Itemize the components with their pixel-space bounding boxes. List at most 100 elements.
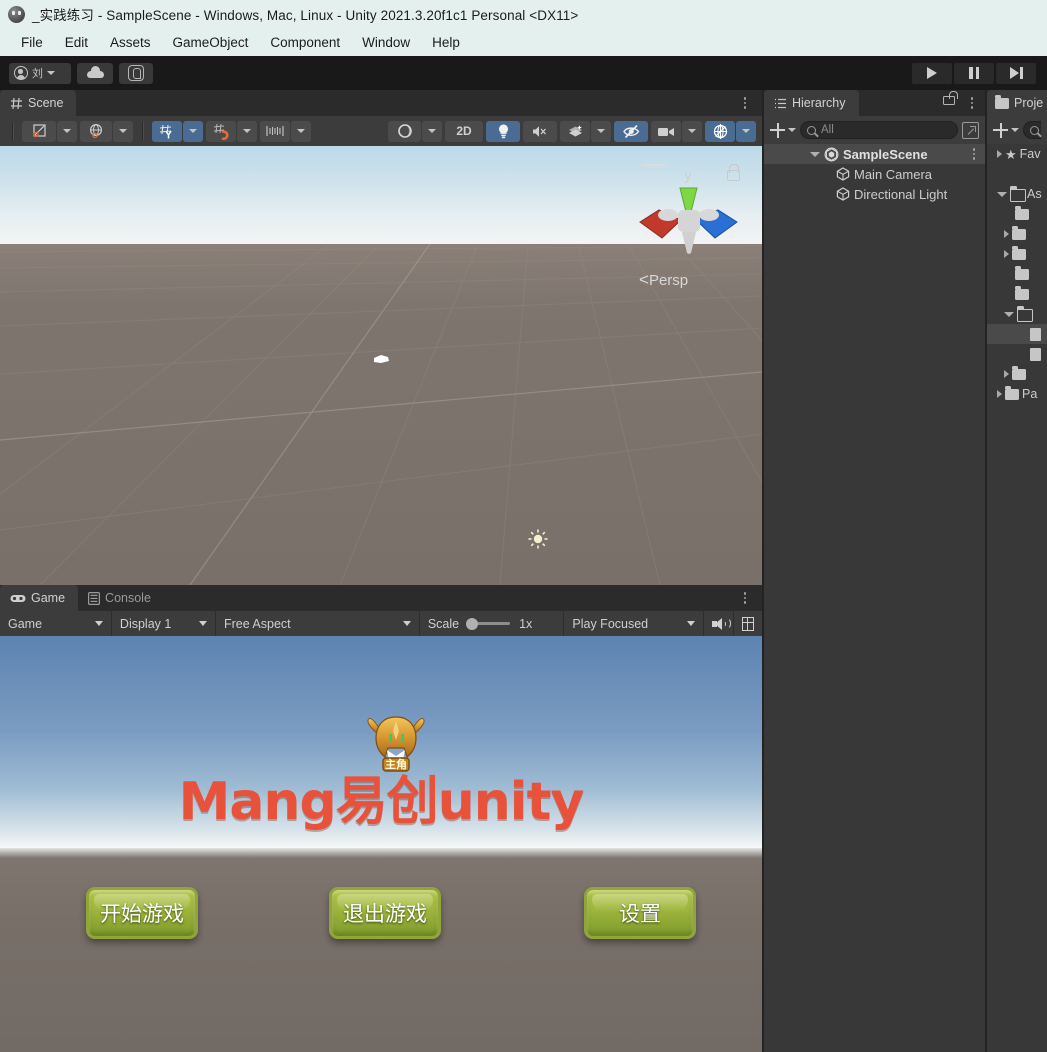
- scene-context-menu[interactable]: [967, 146, 981, 162]
- step-button[interactable]: [996, 62, 1036, 84]
- chevron-right-icon[interactable]: [997, 390, 1002, 398]
- project-item-file-selected[interactable]: [987, 324, 1047, 344]
- scale-slider[interactable]: Scale 1x: [420, 611, 565, 636]
- project-item-folder[interactable]: [987, 264, 1047, 284]
- tab-project[interactable]: Proje: [987, 90, 1047, 116]
- menu-item-help[interactable]: Help: [421, 33, 471, 52]
- project-item-folder[interactable]: [987, 284, 1047, 304]
- handle-rotation-button[interactable]: [80, 120, 112, 142]
- tab-game[interactable]: Game: [0, 585, 79, 611]
- exit-game-button[interactable]: 退出游戏: [329, 887, 441, 939]
- chevron-down-icon: [243, 129, 251, 133]
- chevron-down-icon[interactable]: [810, 151, 820, 157]
- start-game-button[interactable]: 开始游戏: [86, 887, 198, 939]
- hierarchy-item-samplescene[interactable]: SampleScene: [764, 144, 985, 164]
- camera-dropdown[interactable]: [682, 120, 702, 142]
- aspect-dropdown[interactable]: Free Aspect: [216, 611, 420, 636]
- ruler-dropdown[interactable]: [291, 120, 311, 142]
- settings-button[interactable]: 设置: [584, 887, 696, 939]
- draw-mode-dropdown[interactable]: [422, 120, 442, 142]
- grid-dropdown[interactable]: [183, 120, 203, 142]
- cloud-button[interactable]: [77, 62, 113, 84]
- scene-viewport[interactable]: y x z <Persp: [0, 146, 762, 585]
- tab-scene[interactable]: Scene: [0, 90, 77, 116]
- project-item-favorites[interactable]: ★ Fav: [987, 144, 1047, 164]
- handle-dropdown[interactable]: [113, 120, 133, 142]
- draw-mode-button[interactable]: [388, 120, 421, 142]
- snap-dropdown[interactable]: [237, 120, 257, 142]
- display-dropdown[interactable]: Display 1: [112, 611, 216, 636]
- game-viewport[interactable]: 主角 Mang易创unity 开始游戏 退出游戏 设置: [0, 636, 762, 1052]
- chevron-down-icon[interactable]: [997, 191, 1007, 197]
- project-add-button[interactable]: [993, 122, 1019, 138]
- toggle-2d-button[interactable]: 2D: [445, 120, 483, 142]
- audio-toggle-button[interactable]: [523, 120, 557, 142]
- axis-gizmo[interactable]: y x z: [634, 160, 744, 270]
- ruler-button[interactable]: [260, 120, 290, 142]
- lighting-toggle-button[interactable]: [486, 120, 520, 142]
- play-button[interactable]: [912, 62, 952, 84]
- hierarchy-item-directional-light[interactable]: Directional Light: [764, 184, 985, 204]
- effects-button[interactable]: [560, 120, 590, 142]
- project-item-file[interactable]: [987, 344, 1047, 364]
- tab-console[interactable]: Console: [78, 585, 164, 611]
- unity-editor-window: _实践练习 - SampleScene - Windows, Mac, Linu…: [0, 0, 1047, 1052]
- menu-item-file[interactable]: File: [10, 33, 54, 52]
- chevron-down-icon: [94, 621, 103, 626]
- scale-track[interactable]: [466, 617, 511, 630]
- project-item-assets[interactable]: As: [987, 184, 1047, 204]
- mute-audio-button[interactable]: [704, 611, 734, 636]
- project-search-input[interactable]: [1023, 121, 1041, 139]
- chevron-right-icon[interactable]: [1004, 230, 1009, 238]
- menu-item-component[interactable]: Component: [259, 33, 351, 52]
- camera-settings-button[interactable]: [651, 120, 681, 142]
- pivot-dropdown[interactable]: [57, 120, 77, 142]
- hierarchy-item-main-camera[interactable]: Main Camera: [764, 164, 985, 184]
- hierarchy-expand-button[interactable]: [962, 121, 979, 139]
- chevron-down-icon: [198, 621, 207, 626]
- menu-item-edit[interactable]: Edit: [54, 33, 99, 52]
- scene-orientation-gizmo[interactable]: y x z <Persp: [634, 156, 744, 289]
- chevron-right-icon[interactable]: [1004, 370, 1009, 378]
- account-button[interactable]: 刘: [9, 62, 71, 84]
- pivot-button[interactable]: [22, 120, 56, 142]
- project-item-folder-expanded[interactable]: [987, 304, 1047, 324]
- project-item-folder[interactable]: [987, 364, 1047, 384]
- play-mode-dropdown[interactable]: Play Focused: [564, 611, 704, 636]
- project-item-folder[interactable]: [987, 244, 1047, 264]
- menu-item-assets[interactable]: Assets: [99, 33, 162, 52]
- pause-button[interactable]: [954, 62, 994, 84]
- scene-visibility-button[interactable]: [614, 120, 648, 142]
- project-item-folder[interactable]: [987, 204, 1047, 224]
- lock-icon[interactable]: [943, 91, 958, 105]
- chevron-right-icon[interactable]: [1004, 250, 1009, 258]
- scene-options-menu[interactable]: [738, 95, 752, 111]
- star-icon: ★: [1005, 146, 1017, 162]
- perspective-label[interactable]: <Persp: [639, 270, 688, 290]
- grid-visibility-button[interactable]: [152, 120, 182, 142]
- gizmos-button[interactable]: [705, 120, 735, 142]
- hierarchy-add-button[interactable]: [770, 122, 796, 138]
- scale-knob[interactable]: [466, 617, 479, 630]
- camera-gizmo-icon[interactable]: [372, 352, 392, 366]
- pivot-center-icon: [33, 124, 46, 138]
- unity-scene-icon: [824, 147, 839, 161]
- chevron-right-icon[interactable]: [997, 150, 1002, 158]
- effects-dropdown[interactable]: [591, 120, 611, 142]
- snap-button[interactable]: [206, 120, 236, 142]
- project-item-folder[interactable]: [987, 224, 1047, 244]
- stats-button[interactable]: [734, 611, 762, 636]
- menu-item-gameobject[interactable]: GameObject: [162, 33, 260, 52]
- game-options-menu[interactable]: [738, 590, 752, 606]
- sun-gizmo-icon[interactable]: [527, 528, 549, 550]
- tab-hierarchy[interactable]: Hierarchy: [764, 90, 859, 116]
- hierarchy-options-menu[interactable]: [965, 95, 979, 111]
- collab-button[interactable]: [119, 62, 153, 84]
- game-view-mode-dropdown[interactable]: Game: [0, 611, 112, 636]
- chevron-down-icon[interactable]: [1004, 311, 1014, 317]
- project-item-packages[interactable]: Pa: [987, 384, 1047, 404]
- menu-item-window[interactable]: Window: [351, 33, 421, 52]
- hierarchy-search-input[interactable]: All: [800, 121, 958, 139]
- gizmos-dropdown[interactable]: [736, 120, 756, 142]
- scale-label: Scale: [427, 616, 460, 631]
